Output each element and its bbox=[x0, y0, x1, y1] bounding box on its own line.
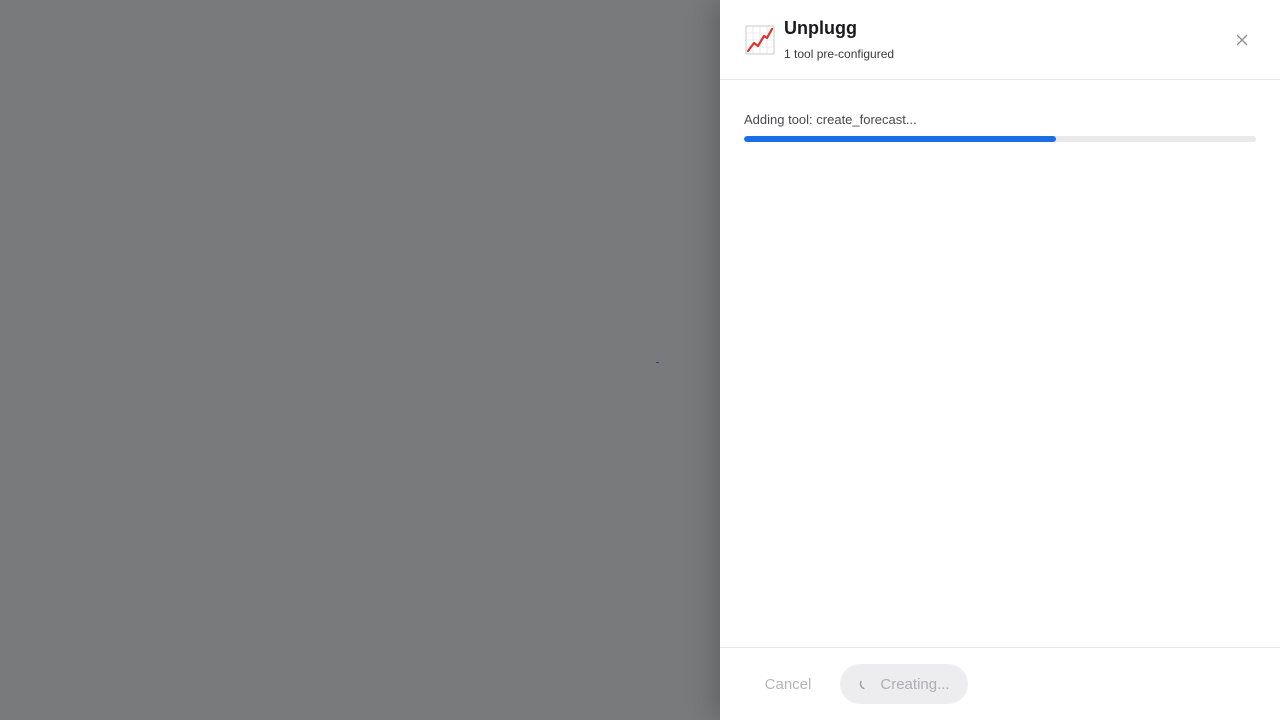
create-button-label: Creating... bbox=[880, 675, 950, 693]
progress-bar bbox=[744, 136, 1256, 142]
chart-increasing-icon bbox=[744, 24, 776, 56]
close-button[interactable] bbox=[1230, 30, 1254, 50]
cancel-button[interactable]: Cancel bbox=[744, 664, 832, 704]
spinner-icon bbox=[860, 680, 866, 690]
cancel-button-label: Cancel bbox=[764, 675, 812, 693]
create-button[interactable]: Creating... bbox=[840, 664, 968, 704]
close-icon bbox=[1236, 34, 1248, 46]
app-title: Unplugg bbox=[784, 18, 857, 38]
background-artifact bbox=[656, 362, 659, 363]
drawer-header: Unplugg 1 tool pre-configured bbox=[720, 0, 1280, 80]
drawer-footer: Cancel Creating... bbox=[720, 647, 1280, 720]
app-subtitle: 1 tool pre-configured bbox=[784, 47, 895, 61]
progress-bar-fill bbox=[744, 136, 1057, 142]
progress-status-text: Adding tool: create_forecast... bbox=[744, 112, 917, 127]
create-app-drawer: Unplugg 1 tool pre-configured Adding too… bbox=[720, 0, 1280, 720]
